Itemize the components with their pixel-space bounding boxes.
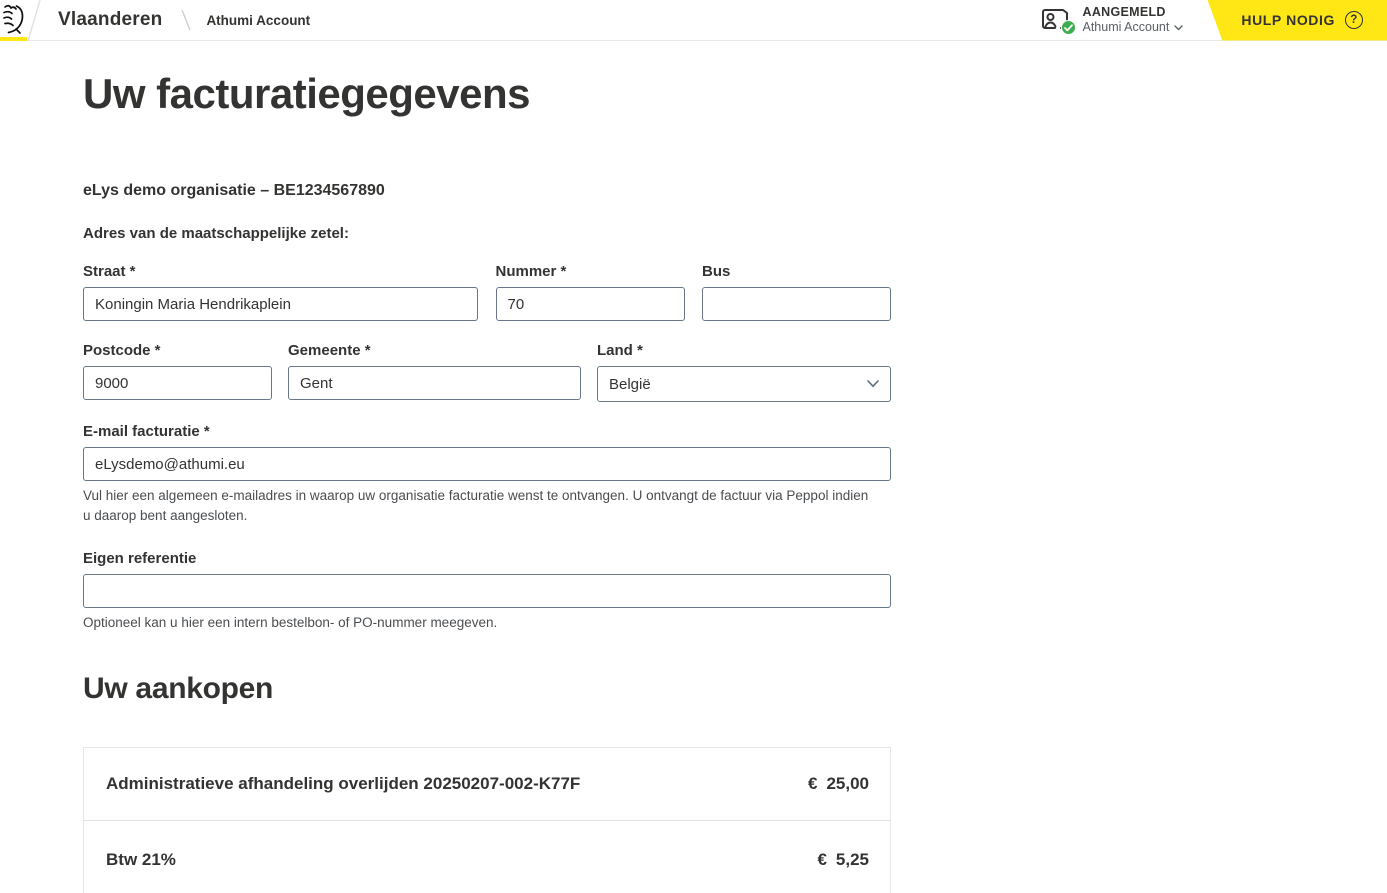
municipality-label: Gemeente * bbox=[288, 342, 581, 359]
country-label: Land * bbox=[597, 342, 891, 359]
address-row-1: Straat * Nummer * Bus bbox=[83, 263, 891, 321]
vat-label: Btw 21% bbox=[106, 850, 176, 870]
chevron-down-icon bbox=[1174, 25, 1183, 31]
top-header: Vlaanderen Athumi Account AANGEMELD Athu… bbox=[0, 0, 1387, 41]
number-input[interactable] bbox=[496, 287, 685, 321]
login-status-label: AANGEMELD bbox=[1083, 5, 1184, 20]
billing-page: Uw facturatiegegevens eLys demo organisa… bbox=[83, 72, 891, 893]
purchases-heading: Uw aankopen bbox=[83, 672, 891, 706]
table-row: Btw 21% €5,25 bbox=[84, 821, 890, 893]
amount-value: 5,25 bbox=[836, 850, 869, 869]
invoice-email-input[interactable] bbox=[83, 447, 891, 481]
email-row: E-mail facturatie * Vul hier een algemee… bbox=[83, 423, 891, 526]
purchase-item-amount: €25,00 bbox=[808, 774, 869, 794]
street-label: Straat * bbox=[83, 263, 478, 280]
brand-title[interactable]: Vlaanderen bbox=[58, 9, 162, 31]
help-button[interactable]: HULP NODIG ? bbox=[1207, 0, 1387, 41]
amount-value: 25,00 bbox=[826, 774, 869, 793]
vat-amount: €5,25 bbox=[817, 850, 869, 870]
account-menu[interactable]: AANGEMELD Athumi Account bbox=[1041, 5, 1184, 35]
currency-symbol: € bbox=[808, 774, 817, 793]
breadcrumb[interactable]: Athumi Account bbox=[206, 13, 310, 28]
table-row: Administratieve afhandeling overlijden 2… bbox=[84, 748, 890, 821]
logo-diagonal-divider bbox=[27, 0, 43, 41]
address-row-2: Postcode * Gemeente * Land * België bbox=[83, 342, 891, 402]
postcode-label: Postcode * bbox=[83, 342, 272, 359]
flemish-lion-icon bbox=[2, 3, 25, 41]
vlaanderen-logo[interactable] bbox=[0, 0, 44, 41]
purchases-table: Administratieve afhandeling overlijden 2… bbox=[83, 747, 891, 893]
own-reference-input[interactable] bbox=[83, 574, 891, 608]
country-selected-value: België bbox=[609, 376, 651, 393]
invoice-email-help-text: Vul hier een algemeen e-mailadres in waa… bbox=[83, 486, 873, 526]
purchase-item-label: Administratieve afhandeling overlijden 2… bbox=[106, 774, 580, 794]
logo-yellow-accent bbox=[0, 37, 27, 41]
id-card-icon bbox=[1041, 7, 1073, 33]
own-reference-label: Eigen referentie bbox=[83, 550, 891, 567]
invoice-email-label: E-mail facturatie * bbox=[83, 423, 891, 440]
login-account-label: Athumi Account bbox=[1083, 20, 1170, 35]
organisation-line: eLys demo organisatie – BE1234567890 bbox=[83, 182, 891, 200]
address-heading: Adres van de maatschappelijke zetel: bbox=[83, 225, 891, 242]
currency-symbol: € bbox=[817, 850, 826, 869]
postcode-input[interactable] bbox=[83, 366, 272, 400]
country-select[interactable]: België bbox=[597, 366, 891, 402]
municipality-input[interactable] bbox=[288, 366, 581, 400]
number-label: Nummer * bbox=[496, 263, 685, 280]
bus-input[interactable] bbox=[702, 287, 891, 321]
page-title: Uw facturatiegegevens bbox=[83, 72, 891, 116]
breadcrumb-separator-icon bbox=[180, 6, 192, 34]
own-reference-help-text: Optioneel kan u hier een intern bestelbo… bbox=[83, 613, 873, 633]
verified-check-icon bbox=[1061, 20, 1076, 35]
question-mark-icon: ? bbox=[1345, 11, 1363, 29]
street-input[interactable] bbox=[83, 287, 478, 321]
bus-label: Bus bbox=[702, 263, 891, 280]
select-chevron-down-icon bbox=[867, 380, 879, 388]
reference-row: Eigen referentie Optioneel kan u hier ee… bbox=[83, 550, 891, 633]
help-button-label: HULP NODIG bbox=[1241, 12, 1335, 28]
